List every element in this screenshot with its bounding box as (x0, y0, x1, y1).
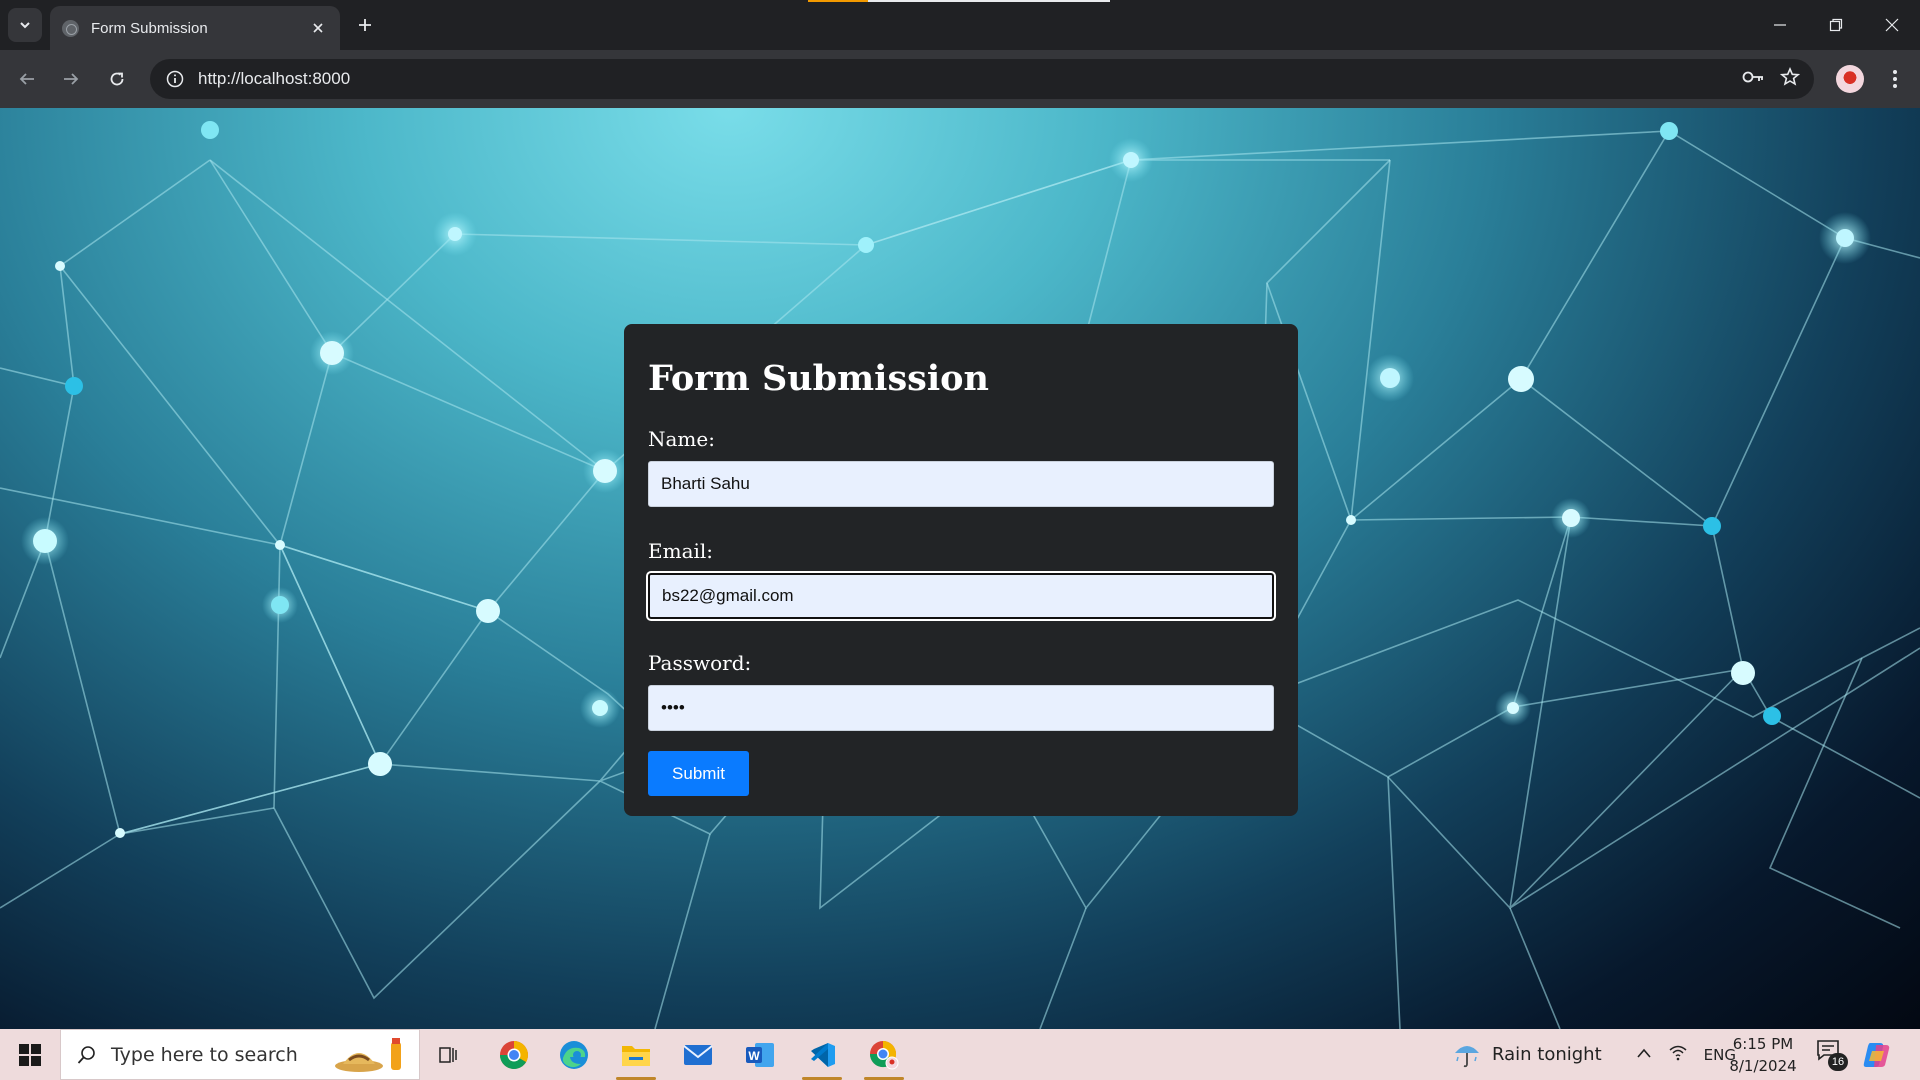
clock-date: 8/1/2024 (1729, 1057, 1797, 1075)
chrome-profile-taskbar-button[interactable] (856, 1029, 912, 1080)
browser-menu-button[interactable] (1880, 64, 1910, 94)
edge-icon (560, 1040, 588, 1069)
svg-text:W: W (748, 1049, 760, 1063)
profile-avatar[interactable] (1836, 65, 1864, 93)
loading-indicator (808, 0, 1110, 2)
arrow-right-icon (64, 73, 79, 85)
url-text: http://localhost:8000 (198, 69, 351, 88)
arrow-left-icon (19, 73, 34, 85)
minimize-icon (1774, 24, 1786, 26)
mail-icon (683, 1044, 713, 1065)
file-explorer-icon (622, 1045, 650, 1066)
browser-tab[interactable]: Form Submission (50, 6, 340, 50)
close-tab-icon[interactable] (308, 18, 328, 38)
system-tray: Rain tonight ENG (1452, 1029, 1736, 1080)
system-clock[interactable]: 6:15 PM 8/1/2024 (1718, 1033, 1808, 1077)
browser-tab-bar: Form Submission (0, 0, 1920, 50)
word-taskbar-button[interactable]: W (732, 1029, 788, 1080)
word-icon: W (746, 1042, 774, 1067)
new-tab-button[interactable] (352, 12, 378, 38)
weather-text: Rain tonight (1492, 1044, 1602, 1065)
browser-toolbar: http://localhost:8000 (0, 50, 1920, 108)
name-input[interactable]: Bharti Sahu (648, 461, 1274, 507)
chevron-down-icon (20, 22, 30, 29)
search-icon (77, 1045, 95, 1064)
password-input[interactable]: •••• (648, 685, 1274, 731)
notification-count-badge: 16 (1828, 1053, 1848, 1071)
start-button[interactable] (0, 1029, 60, 1080)
more-vertical-icon (1893, 70, 1897, 88)
copilot-button[interactable] (1862, 1041, 1892, 1069)
back-button[interactable] (12, 64, 42, 94)
restore-button[interactable] (1808, 0, 1864, 50)
submit-button[interactable]: Submit (648, 751, 749, 796)
restore-icon (1829, 18, 1843, 32)
window-controls (1752, 0, 1920, 50)
reload-button[interactable] (102, 64, 132, 94)
mail-taskbar-button[interactable] (670, 1029, 726, 1080)
page-viewport: Form Submission Name: Bharti Sahu Email:… (0, 108, 1920, 1029)
edge-taskbar-button[interactable] (546, 1029, 602, 1080)
windows-taskbar: Type here to search W Rain tonight ENG 6… (0, 1029, 1920, 1080)
close-icon (1885, 18, 1899, 32)
weather-widget[interactable]: Rain tonight (1452, 1041, 1602, 1069)
password-label: Password: (648, 651, 752, 675)
close-window-button[interactable] (1864, 0, 1920, 50)
chrome-taskbar-button[interactable] (486, 1029, 542, 1080)
form-card: Form Submission Name: Bharti Sahu Email:… (624, 324, 1298, 816)
copilot-icon (1863, 1043, 1890, 1067)
bookmark-star-icon[interactable] (1779, 66, 1801, 92)
taskbar-search-box[interactable]: Type here to search (60, 1029, 420, 1080)
task-view-icon (439, 1046, 457, 1063)
form-title: Form Submission (648, 358, 989, 399)
password-key-icon[interactable] (1742, 69, 1766, 90)
show-hidden-icons-chevron-icon[interactable] (1636, 1046, 1652, 1064)
tab-title: Form Submission (91, 19, 208, 37)
search-placeholder: Type here to search (111, 1043, 298, 1066)
site-info-icon[interactable] (164, 68, 186, 90)
vscode-icon (811, 1042, 835, 1067)
plus-icon (359, 19, 371, 31)
email-input[interactable]: bs22@gmail.com (646, 571, 1276, 621)
reload-icon (110, 72, 124, 86)
task-view-button[interactable] (420, 1029, 476, 1080)
minimize-button[interactable] (1752, 0, 1808, 50)
forward-button[interactable] (56, 64, 86, 94)
search-highlight-image (335, 1038, 401, 1072)
address-bar[interactable]: http://localhost:8000 (150, 59, 1814, 99)
email-label: Email: (648, 539, 714, 563)
wifi-icon[interactable] (1668, 1043, 1688, 1066)
file-explorer-taskbar-button[interactable] (608, 1029, 664, 1080)
name-label: Name: (648, 427, 715, 451)
tab-search-button[interactable] (8, 8, 42, 42)
vscode-taskbar-button[interactable] (794, 1029, 850, 1080)
chrome-icon (500, 1040, 528, 1069)
chrome-profile-icon (869, 1040, 899, 1069)
notification-center-button[interactable]: 16 (1816, 1039, 1848, 1071)
globe-icon (62, 19, 79, 37)
rain-umbrella-icon (1455, 1045, 1479, 1067)
windows-logo-icon (19, 1043, 41, 1066)
clock-time: 6:15 PM (1732, 1035, 1794, 1053)
